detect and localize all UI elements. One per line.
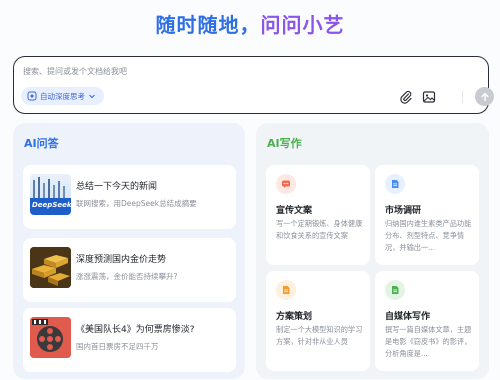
deepseek-thumb-text: DeepSeek	[32, 201, 71, 209]
qa-card-title: 《美国队长4》为何票房惨淡?	[76, 325, 195, 335]
doc-icon	[276, 280, 296, 300]
qa-card-title: 深度预测国内金价走势	[76, 255, 167, 265]
write-card-media[interactable]: 自媒体写作 撰写一篇自媒体文章，主题是电影《窃皮书》的影评，分析角度是...	[375, 271, 479, 371]
qa-card-subtitle: 国内首日票房不足四千万	[76, 342, 159, 351]
chat-input-box[interactable]: 搜索、提问或发个文档给我吧 自动深度思考	[13, 56, 494, 114]
gold-bars-thumbnail	[30, 247, 71, 288]
headline-part2: 问问小艺	[260, 13, 345, 37]
write-card-desc: 写一个定期锻炼、身体健康和饮食关系的宣传文案	[276, 219, 363, 240]
chat-icon	[276, 174, 296, 194]
qa-card-news[interactable]: DeepSeek 总结一下今天的新闻 联网搜索，用DeepSeek总结成摘要	[23, 165, 236, 229]
write-panel: AI写作 宣传文案 写一个定期锻炼、身体健康和饮食关系的宣传文案 市场调研 归纳…	[256, 123, 489, 379]
film-reel-image	[30, 317, 71, 358]
qa-card-subtitle: 联网搜索，用DeepSeek总结成摘要	[76, 199, 197, 208]
headline: 随时随地，问问小艺	[0, 9, 500, 38]
write-card-desc: 归纳国内谁生素类产品功能分布、剂型特点、竞争情况，并输出一...	[385, 219, 472, 252]
image-icon[interactable]	[422, 90, 436, 104]
qa-card-movie[interactable]: 《美国队长4》为何票房惨淡? 国内首日票房不足四千万	[23, 308, 236, 372]
gold-bars-image	[30, 247, 71, 288]
arrow-up-icon	[480, 92, 489, 101]
doc-icon	[385, 280, 405, 300]
write-card-title: 市场调研	[385, 206, 422, 216]
write-card-desc: 撰写一篇自媒体文章，主题是电影《窃皮书》的影评，分析角度是...	[385, 325, 472, 358]
write-card-title: 方案策划	[276, 312, 313, 322]
deepseek-thumbnail: DeepSeek	[30, 174, 71, 215]
write-card-title: 自媒体写作	[385, 312, 431, 322]
search-input[interactable]: 搜索、提问或发个文档给我吧	[23, 66, 127, 77]
paperclip-icon[interactable]	[399, 90, 413, 104]
toolbar-divider	[462, 91, 463, 103]
film-reel-thumbnail	[30, 317, 71, 358]
send-button[interactable]	[475, 87, 494, 106]
chevron-down-icon	[89, 94, 95, 99]
write-card-market[interactable]: 市场调研 归纳国内谁生素类产品功能分布、剂型特点、竞争情况，并输出一...	[375, 165, 479, 265]
write-card-title: 宣传文案	[276, 206, 313, 216]
qa-card-gold[interactable]: 深度预测国内金价走势 涨涨震荡，金价能否持续攀升?	[23, 238, 236, 302]
deep-think-icon	[27, 91, 37, 101]
write-card-plan[interactable]: 方案策划 制定一个大模型知识的学习方案，针对非从业人员	[266, 271, 370, 371]
write-panel-title: AI写作	[267, 137, 302, 150]
write-card-promo[interactable]: 宣传文案 写一个定期锻炼、身体健康和饮食关系的宣传文案	[266, 165, 370, 265]
headline-part1: 随时随地，	[155, 13, 261, 37]
qa-panel: AI问答 DeepSeek 总结一下今天的新闻 联网搜索，用DeepSeek总结…	[13, 123, 245, 379]
qa-panel-title: AI问答	[24, 137, 59, 150]
qa-card-title: 总结一下今天的新闻	[76, 182, 158, 192]
qa-card-subtitle: 涨涨震荡，金价能否持续攀升?	[76, 272, 178, 281]
deep-think-label: 自动深度思考	[40, 91, 85, 101]
doc-icon	[385, 174, 405, 194]
write-card-desc: 制定一个大模型知识的学习方案，针对非从业人员	[276, 325, 363, 346]
deep-think-toggle[interactable]: 自动深度思考	[21, 87, 104, 105]
